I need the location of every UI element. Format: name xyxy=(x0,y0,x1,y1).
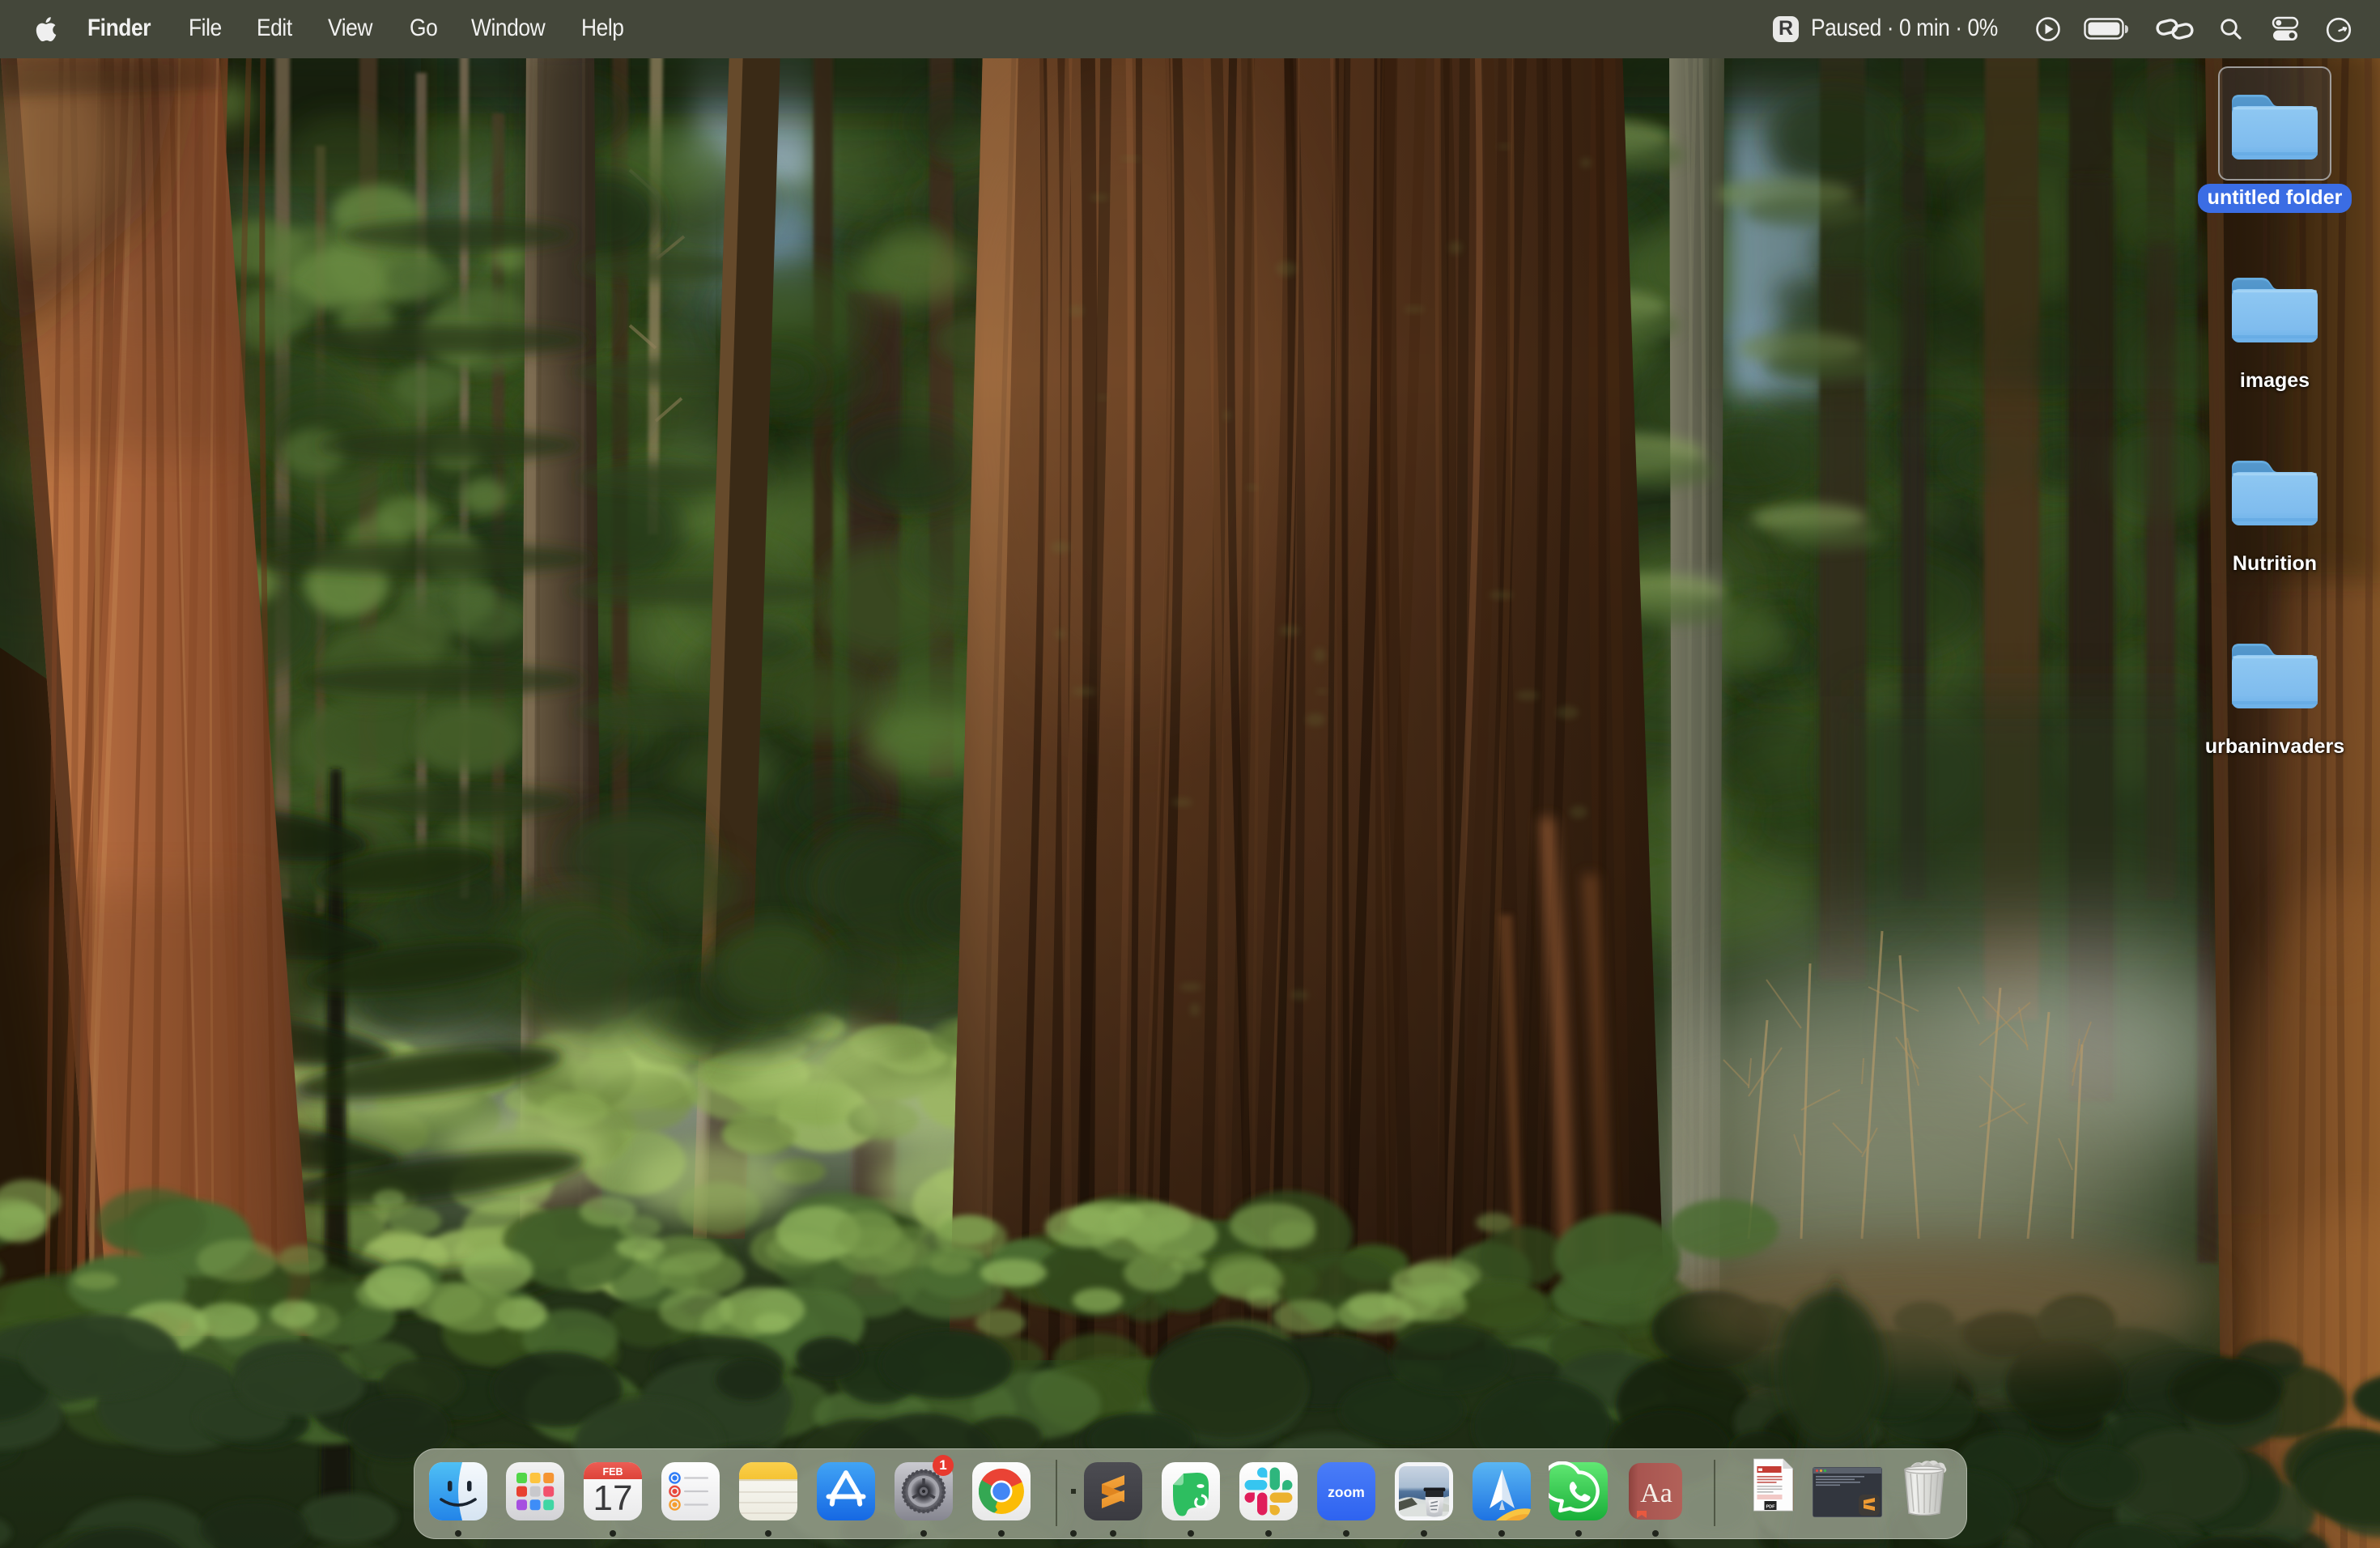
svg-text:Aa: Aa xyxy=(1640,1478,1672,1508)
svg-text:PDF: PDF xyxy=(1766,1505,1776,1510)
svg-text:FEB: FEB xyxy=(603,1466,623,1478)
svg-text:zoom: zoom xyxy=(1328,1484,1365,1500)
svg-text:17: 17 xyxy=(593,1478,633,1518)
